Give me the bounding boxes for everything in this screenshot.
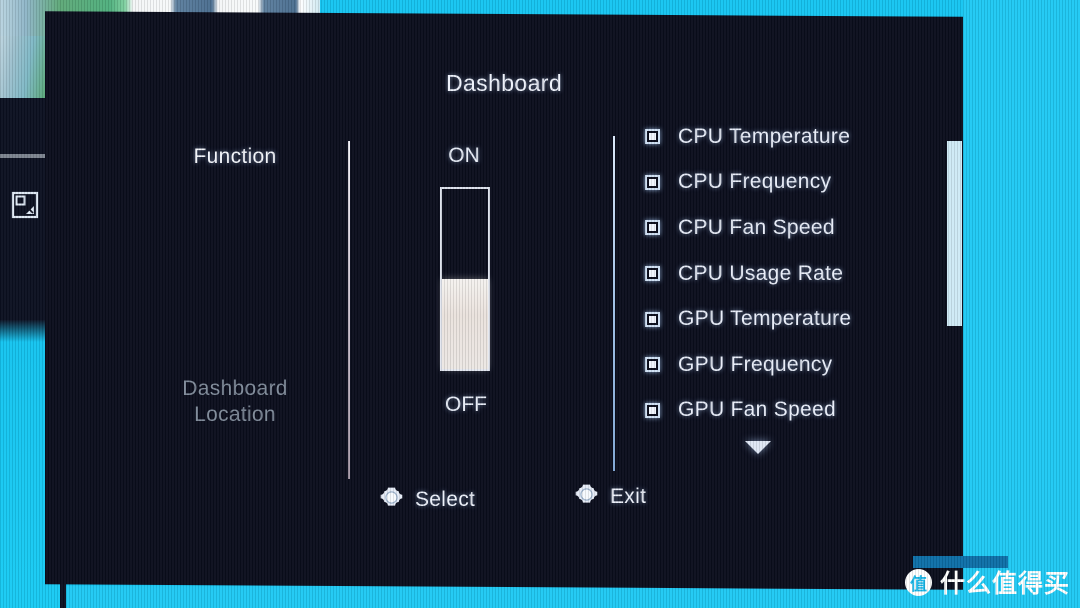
checkbox-checked-icon[interactable] [645, 266, 660, 282]
checkbox-checked-icon[interactable] [645, 357, 660, 373]
checklist-item[interactable]: CPU Usage Rate [645, 251, 935, 297]
menu-item-function[interactable]: Function [145, 145, 325, 169]
checklist-item-label: GPU Temperature [678, 307, 852, 331]
osd-footer: Select Exit [45, 476, 963, 536]
dashboard-location-line1: Dashboard [182, 377, 288, 400]
checklist-item[interactable]: CPU Temperature [645, 114, 935, 160]
checkbox-checked-icon[interactable] [645, 220, 660, 236]
menu-item-dashboard-location[interactable]: Dashboard Location [145, 376, 325, 428]
checklist-item-label: GPU Fan Speed [678, 398, 836, 422]
screen: Dashboard Function Dashboard Location ON… [0, 0, 1080, 608]
desktop-background-right [963, 0, 1080, 608]
select-hint[interactable]: Select [378, 484, 475, 516]
dpad-icon [573, 481, 600, 513]
checklist-item[interactable]: GPU Fan Speed [645, 388, 935, 434]
toggle-on-label: ON [448, 144, 480, 167]
toggle-off-label: OFF [445, 393, 487, 416]
checklist-item[interactable]: GPU Temperature [645, 296, 935, 342]
exit-hint[interactable]: Exit [573, 481, 646, 513]
checkbox-checked-icon[interactable] [645, 311, 660, 327]
dashboard-location-line2: Location [194, 403, 276, 426]
function-toggle-slider[interactable] [440, 187, 490, 371]
column-divider-1 [348, 141, 350, 479]
checklist-item[interactable]: GPU Frequency [645, 342, 935, 388]
dashboard-item-checklist: CPU Temperature CPU Frequency CPU Fan Spee… [645, 114, 935, 433]
checkbox-checked-icon[interactable] [645, 174, 660, 190]
page-title: Dashboard [445, 70, 563, 96]
column-divider-2 [613, 136, 615, 471]
screen-snip-icon[interactable] [11, 191, 39, 219]
scroll-down-arrow-icon[interactable] [745, 441, 771, 454]
watermark: 值 什么值得买 [904, 564, 1070, 600]
checkbox-checked-icon[interactable] [645, 402, 660, 418]
list-scrollbar-thumb[interactable] [947, 141, 962, 326]
dpad-icon [378, 484, 405, 516]
toggle-fill [442, 279, 488, 369]
watermark-badge: 值 [904, 568, 932, 596]
checklist-item[interactable]: CPU Fan Speed [645, 205, 935, 251]
watermark-text: 什么值得买 [939, 569, 1070, 598]
select-label: Select [415, 488, 476, 511]
checklist-item-label: GPU Frequency [678, 352, 833, 376]
checklist-item-label: CPU Frequency [678, 170, 832, 194]
checkbox-checked-icon[interactable] [645, 129, 660, 145]
checklist-item[interactable]: CPU Frequency [645, 160, 935, 206]
checklist-item-label: CPU Usage Rate [678, 261, 844, 285]
checklist-item-label: CPU Fan Speed [678, 215, 835, 239]
osd-dialog: Dashboard Function Dashboard Location ON… [45, 11, 963, 590]
exit-label: Exit [610, 485, 647, 508]
checklist-item-label: CPU Temperature [678, 124, 851, 148]
